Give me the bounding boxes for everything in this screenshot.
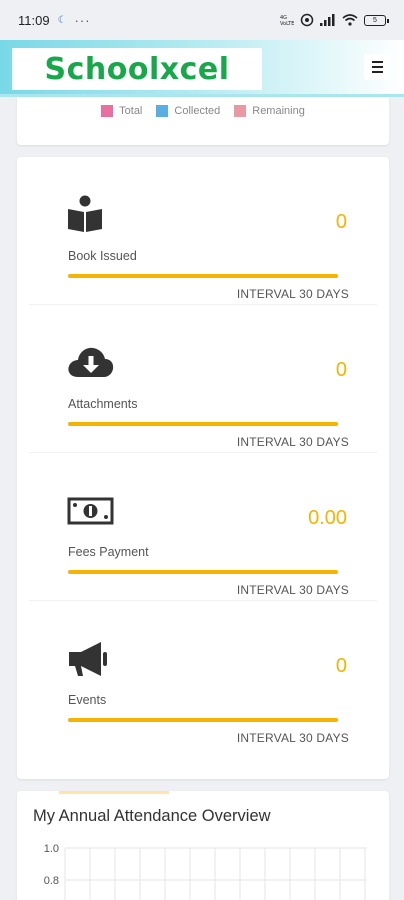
- stat-value: 0: [335, 655, 347, 677]
- status-bar: 11:09 ☾ ··· 4G VoLTE 5: [0, 0, 404, 40]
- lte-icon: 4GVoLTE: [280, 15, 294, 26]
- stat-value: 0: [335, 211, 347, 233]
- stat-events[interactable]: 0 Events INTERVAL 30 DAYS: [29, 609, 377, 749]
- stat-book-issued[interactable]: 0 Book Issued INTERVAL 30 DAYS: [29, 165, 377, 305]
- stats-card: 0 Book Issued INTERVAL 30 DAYS 0 Attachm…: [17, 157, 389, 779]
- legend-label: Collected: [174, 105, 221, 117]
- legend-swatch: [156, 105, 169, 117]
- stat-progress-bar: [68, 422, 338, 426]
- stat-value: 0.00: [308, 507, 347, 529]
- legend-label: Remaining: [252, 105, 305, 117]
- stat-attachments[interactable]: 0 Attachments INTERVAL 30 DAYS: [29, 313, 377, 453]
- hamburger-menu-icon: [371, 61, 383, 63]
- stat-label: Events: [68, 693, 107, 707]
- app-header: Schoolxcel: [0, 40, 404, 97]
- stat-label: Book Issued: [68, 249, 137, 263]
- signal-icon: [320, 14, 335, 26]
- fees-chart-card: Total Collected Remaining: [17, 97, 389, 145]
- legend-swatch: [234, 105, 247, 117]
- svg-text:VoLTE: VoLTE: [280, 21, 294, 26]
- attendance-title: My Annual Attendance Overview: [33, 807, 271, 825]
- more-notifications-icon: ···: [74, 12, 91, 28]
- y-tick-label: 1.0: [44, 843, 59, 855]
- stat-interval: INTERVAL 30 DAYS: [236, 287, 349, 301]
- wifi-icon: [342, 14, 358, 26]
- stat-progress-bar: [68, 718, 338, 722]
- stat-interval: INTERVAL 30 DAYS: [236, 583, 349, 597]
- stat-fees-payment[interactable]: 0.00 Fees Payment INTERVAL 30 DAYS: [29, 461, 377, 601]
- stat-value: 0: [335, 359, 347, 381]
- do-not-disturb-icon: ☾: [57, 14, 67, 26]
- chart-grid: [64, 847, 367, 900]
- megaphone-icon: [69, 642, 107, 676]
- money-bill-icon: [67, 497, 114, 525]
- status-time: 11:09: [18, 12, 50, 28]
- stat-interval: INTERVAL 30 DAYS: [236, 731, 349, 745]
- card-accent: [59, 791, 169, 794]
- legend-label: Total: [119, 105, 143, 117]
- stat-progress-bar: [68, 274, 338, 278]
- logo[interactable]: Schoolxcel: [12, 48, 262, 90]
- hamburger-menu-button[interactable]: [364, 54, 390, 80]
- status-icons: 4G VoLTE 5: [280, 13, 389, 27]
- legend-item-remaining[interactable]: Remaining: [234, 105, 305, 117]
- stat-progress-bar: [68, 570, 338, 574]
- stat-label: Fees Payment: [68, 545, 149, 559]
- y-tick-label: 0.8: [44, 875, 59, 887]
- attendance-card: My Annual Attendance Overview 1.0 0.8: [17, 791, 389, 900]
- legend-item-collected[interactable]: Collected: [156, 105, 220, 117]
- attendance-chart: 1.0 0.8: [44, 843, 367, 900]
- chart-legend: Total Collected Remaining: [17, 105, 389, 117]
- cloud-download-icon: [68, 347, 114, 377]
- hotspot-icon: [300, 13, 314, 27]
- battery-icon: 5: [364, 14, 389, 26]
- battery-level: 5: [373, 16, 377, 24]
- legend-swatch: [101, 105, 114, 117]
- stat-interval: INTERVAL 30 DAYS: [236, 435, 349, 449]
- logo-text: Schoolxcel: [44, 51, 230, 87]
- book-reader-icon: [68, 195, 102, 232]
- stat-label: Attachments: [68, 397, 138, 411]
- legend-item-total[interactable]: Total: [101, 105, 142, 117]
